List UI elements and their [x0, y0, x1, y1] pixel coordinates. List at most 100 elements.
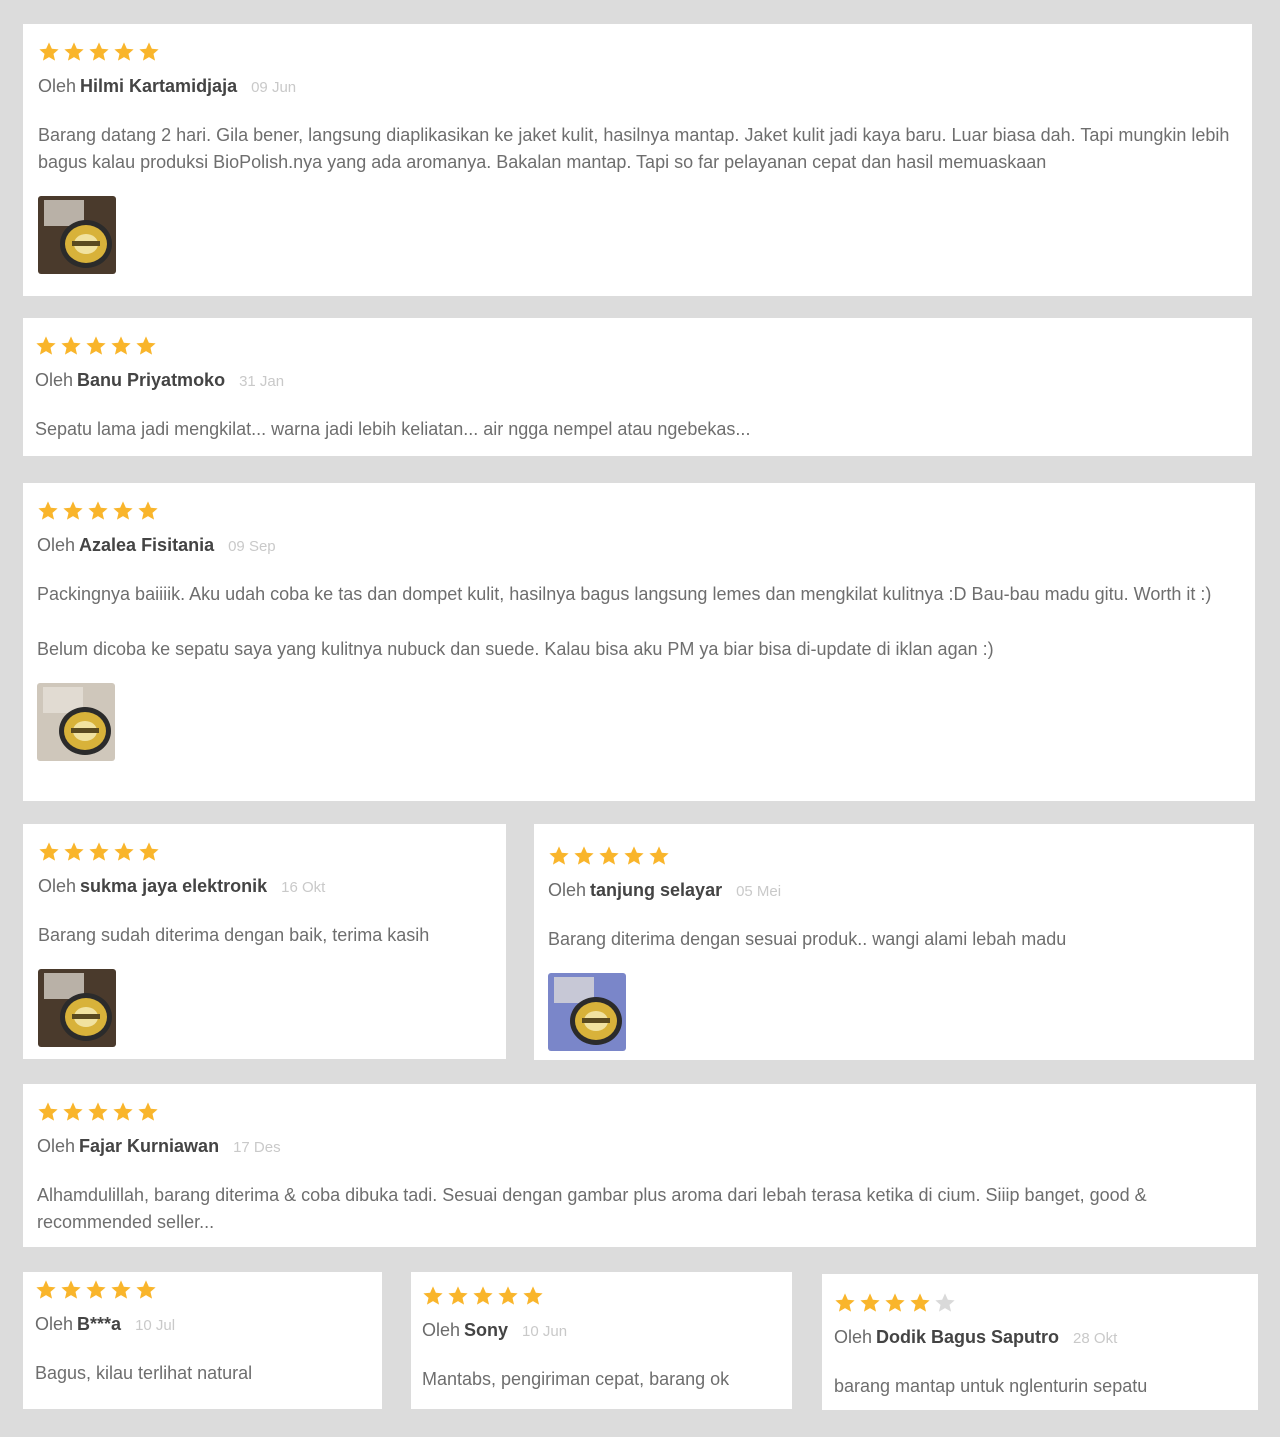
- by-label: Oleh: [38, 76, 77, 96]
- review-date: 10 Jun: [522, 1323, 568, 1340]
- star-filled-icon: [113, 841, 135, 863]
- review-meta: Oleh Hilmi Kartamidjaja 09 Jun: [38, 74, 1237, 100]
- rating-stars: [834, 1291, 1243, 1315]
- star-filled-icon: [422, 1285, 444, 1307]
- star-filled-icon: [884, 1292, 906, 1314]
- star-filled-icon: [87, 500, 109, 522]
- star-filled-icon: [135, 335, 157, 357]
- review-card: Oleh sukma jaya elektronik 16 Okt Barang su…: [23, 824, 506, 1059]
- reviewer-name[interactable]: Fajar Kurniawan: [79, 1136, 219, 1156]
- star-filled-icon: [598, 845, 620, 867]
- star-filled-icon: [38, 841, 60, 863]
- review-text: Barang datang 2 hari. Gila bener, langsu…: [38, 122, 1237, 176]
- star-filled-icon: [60, 335, 82, 357]
- star-filled-icon: [87, 1101, 109, 1123]
- star-filled-icon: [623, 845, 645, 867]
- review-date: 16 Okt: [281, 879, 326, 896]
- star-filled-icon: [112, 1101, 134, 1123]
- star-filled-icon: [138, 41, 160, 63]
- by-label: Oleh: [38, 876, 77, 896]
- by-label: Oleh: [37, 535, 76, 555]
- review-meta: Oleh Azalea Fisitania 09 Sep: [37, 533, 1240, 559]
- by-label: Oleh: [35, 1314, 74, 1334]
- star-filled-icon: [497, 1285, 519, 1307]
- star-filled-icon: [113, 41, 135, 63]
- reviewer-name[interactable]: Dodik Bagus Saputro: [876, 1327, 1059, 1347]
- rating-stars: [35, 334, 1237, 358]
- reviewer-name[interactable]: tanjung selayar: [590, 880, 722, 900]
- star-filled-icon: [85, 335, 107, 357]
- review-meta: Oleh Banu Priyatmoko 31 Jan: [35, 368, 1237, 394]
- review-date: 10 Jul: [135, 1317, 176, 1334]
- review-paragraph: Barang sudah diterima dengan baik, terim…: [38, 925, 430, 945]
- review-photo-thumbnail[interactable]: [37, 683, 115, 761]
- rating-stars: [422, 1284, 777, 1308]
- reviewer-name[interactable]: Hilmi Kartamidjaja: [80, 76, 237, 96]
- review-card: Oleh Hilmi Kartamidjaja 09 Jun Barang datan…: [23, 24, 1252, 296]
- review-date: 31 Jan: [239, 373, 285, 390]
- review-paragraph: Mantabs, pengiriman cepat, barang ok: [422, 1369, 730, 1389]
- review-card: Oleh B***a 10 Jul Bagus, kilau terlihat nat…: [23, 1272, 382, 1409]
- review-text: Mantabs, pengiriman cepat, barang ok: [422, 1366, 777, 1393]
- review-paragraph: Barang datang 2 hari. Gila bener, langsu…: [38, 125, 1230, 172]
- star-filled-icon: [522, 1285, 544, 1307]
- star-filled-icon: [135, 1279, 157, 1301]
- reviewer-name[interactable]: Sony: [464, 1320, 508, 1340]
- review-paragraph: barang mantap untuk nglenturin sepatu: [834, 1376, 1148, 1396]
- rating-stars: [38, 40, 1237, 64]
- star-filled-icon: [62, 500, 84, 522]
- review-card: Oleh tanjung selayar 05 Mei Barang diterima…: [534, 824, 1254, 1060]
- review-card: Oleh Dodik Bagus Saputro 28 Okt barang mant…: [822, 1274, 1258, 1410]
- review-meta: Oleh sukma jaya elektronik 16 Okt: [38, 874, 491, 900]
- review-meta: Oleh Dodik Bagus Saputro 28 Okt: [834, 1325, 1243, 1351]
- review-meta: Oleh Fajar Kurniawan 17 Des: [37, 1134, 1241, 1160]
- reviewer-name[interactable]: B***a: [77, 1314, 121, 1334]
- review-paragraph: Alhamdulillah, barang diterima & coba di…: [37, 1185, 1147, 1232]
- by-label: Oleh: [548, 880, 587, 900]
- review-date: 05 Mei: [736, 883, 782, 900]
- star-filled-icon: [573, 845, 595, 867]
- review-date: 09 Jun: [251, 79, 297, 96]
- review-meta: Oleh B***a 10 Jul: [35, 1312, 367, 1338]
- review-meta: Oleh tanjung selayar 05 Mei: [548, 878, 1239, 904]
- star-filled-icon: [85, 1279, 107, 1301]
- review-text: Packingnya baiiiik. Aku udah coba ke tas…: [37, 581, 1240, 663]
- review-text: Barang diterima dengan sesuai produk.. w…: [548, 926, 1239, 953]
- star-filled-icon: [37, 1101, 59, 1123]
- review-text: Barang sudah diterima dengan baik, terim…: [38, 922, 491, 949]
- star-filled-icon: [447, 1285, 469, 1307]
- review-paragraph: Belum dicoba ke sepatu saya yang kulitny…: [37, 639, 994, 659]
- reviewer-name[interactable]: sukma jaya elektronik: [80, 876, 267, 896]
- review-card: Oleh Azalea Fisitania 09 Sep Packingnya bai…: [23, 483, 1255, 801]
- review-paragraph: Packingnya baiiiik. Aku udah coba ke tas…: [37, 584, 1212, 604]
- rating-stars: [37, 1100, 1241, 1124]
- star-filled-icon: [137, 1101, 159, 1123]
- star-filled-icon: [35, 335, 57, 357]
- review-photo-thumbnail[interactable]: [548, 973, 626, 1051]
- review-card: Oleh Banu Priyatmoko 31 Jan Sepatu lama jad…: [23, 318, 1252, 456]
- review-text: Bagus, kilau terlihat natural: [35, 1360, 367, 1387]
- rating-stars: [38, 840, 491, 864]
- review-photo-thumbnail[interactable]: [38, 969, 116, 1047]
- reviewer-name[interactable]: Banu Priyatmoko: [77, 370, 225, 390]
- by-label: Oleh: [834, 1327, 873, 1347]
- by-label: Oleh: [422, 1320, 461, 1340]
- star-filled-icon: [648, 845, 670, 867]
- star-filled-icon: [63, 841, 85, 863]
- star-filled-icon: [110, 335, 132, 357]
- star-filled-icon: [62, 1101, 84, 1123]
- review-photo-thumbnail[interactable]: [38, 196, 116, 274]
- review-card: Oleh Sony 10 Jun Mantabs, pengiriman cepat,…: [411, 1272, 792, 1409]
- reviewer-name[interactable]: Azalea Fisitania: [79, 535, 214, 555]
- rating-stars: [548, 844, 1239, 868]
- review-text: barang mantap untuk nglenturin sepatu: [834, 1373, 1243, 1400]
- star-empty-icon: [934, 1292, 956, 1314]
- star-filled-icon: [37, 500, 59, 522]
- by-label: Oleh: [35, 370, 74, 390]
- star-filled-icon: [60, 1279, 82, 1301]
- review-meta: Oleh Sony 10 Jun: [422, 1318, 777, 1344]
- star-filled-icon: [63, 41, 85, 63]
- star-filled-icon: [88, 841, 110, 863]
- review-paragraph: Bagus, kilau terlihat natural: [35, 1363, 253, 1383]
- star-filled-icon: [834, 1292, 856, 1314]
